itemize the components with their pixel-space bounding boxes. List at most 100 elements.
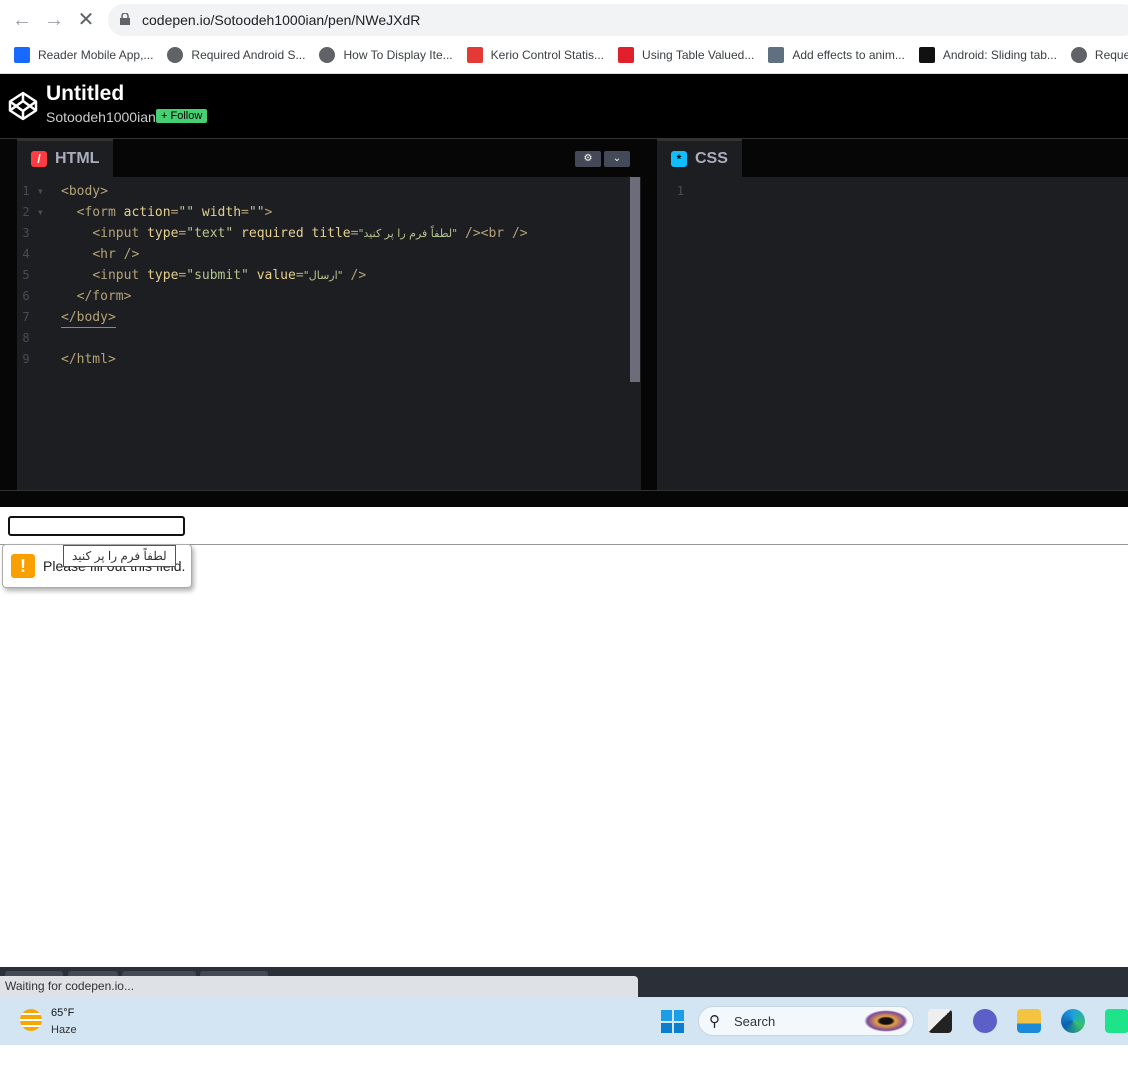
start-button[interactable]: [661, 1010, 684, 1033]
app-icon[interactable]: [1105, 1009, 1128, 1033]
tab-label: CSS: [695, 150, 728, 167]
line-number: 9: [22, 352, 44, 366]
url-text: codepen.io/Sotoodeh1000ian/pen/NWeJXdR: [142, 12, 421, 28]
code-line[interactable]: 6 </form>: [17, 286, 528, 307]
table-icon: [618, 47, 635, 63]
line-number: 6: [22, 289, 44, 303]
gif-film-icon: [768, 47, 785, 63]
collapse-button[interactable]: ⌄: [604, 151, 630, 167]
code-token-attr: title: [311, 226, 351, 241]
code-token-tag: =: [350, 226, 359, 241]
weather-icon[interactable]: [20, 1009, 42, 1031]
taskbar-search[interactable]: ⚲ Search: [698, 1006, 914, 1036]
line-number: 1: [676, 184, 684, 198]
css-icon: *: [671, 151, 687, 167]
code-line[interactable]: 5 <input type = "submit" value = "ارسال" />: [17, 265, 528, 286]
warning-icon: !: [11, 554, 35, 578]
address-bar[interactable]: codepen.io/Sotoodeh1000ian/pen/NWeJXdR: [108, 4, 1128, 36]
html-editor[interactable]: / HTML ⚙ ⌄ 1 ▾ <body> 2 ▾ <form action = "" w…: [17, 139, 641, 491]
code-line[interactable]: 1 ▾ <body>: [17, 181, 528, 202]
bookmark-item[interactable]: How To Display Ite...: [319, 42, 453, 68]
behance-icon: [14, 47, 30, 63]
settings-button[interactable]: ⚙: [575, 151, 601, 167]
preview-pane: ! Please fill out this field. لطفاً فرم …: [0, 507, 1128, 967]
browser-chrome: ← → ✕ codepen.io/Sotoodeh1000ian/pen/NWe…: [0, 0, 1128, 74]
bookmark-item[interactable]: Android: Sliding tab...: [918, 42, 1057, 68]
teams-chat-icon[interactable]: [973, 1009, 997, 1033]
line-number: 4: [22, 247, 44, 261]
code-token-tag: </form>: [76, 289, 132, 304]
code-token-attr: type: [147, 226, 179, 241]
task-view-icon[interactable]: [928, 1009, 952, 1033]
code-token-tag: <input: [92, 226, 148, 241]
code-lines[interactable]: 1 ▾ <body> 2 ▾ <form action = "" width = "" >3 …: [17, 181, 528, 370]
pen-author[interactable]: Sotoodeh1000ian: [46, 109, 156, 125]
kerio-shield-icon: [466, 47, 483, 63]
search-icon: ⚲: [709, 1013, 720, 1030]
forward-button[interactable]: →: [42, 8, 66, 32]
code-token-str: "ارسال": [303, 269, 343, 282]
bookmark-item[interactable]: Reque: [1070, 42, 1128, 68]
edge-icon[interactable]: [1061, 1009, 1085, 1033]
resize-handle[interactable]: [0, 490, 1128, 507]
code-token-tag: /><br />: [457, 226, 528, 241]
bookmark-item[interactable]: Required Android S...: [167, 42, 305, 68]
code-token-tag: >: [264, 205, 273, 220]
bookmark-item[interactable]: Kerio Control Statis...: [466, 42, 605, 68]
scrollbar[interactable]: [630, 177, 640, 382]
back-button[interactable]: ←: [10, 8, 34, 32]
bookmark-item[interactable]: Add effects to anim...: [768, 42, 905, 68]
code-token-tag: =: [170, 205, 179, 220]
title-tooltip: لطفاً فرم را پر کنید: [63, 545, 176, 567]
tab-css[interactable]: * CSS: [657, 139, 742, 177]
code-token-tag: <hr />: [92, 247, 140, 262]
line-number: 2 ▾: [22, 205, 44, 219]
code-line[interactable]: 3 <input type = "text" required title = "لطف…: [17, 223, 528, 244]
editor-area: / HTML ⚙ ⌄ 1 ▾ <body> 2 ▾ <form action = "" w…: [0, 138, 1128, 491]
globe-icon: [1070, 47, 1087, 63]
code-token-str: "text": [186, 226, 234, 241]
code-token-tag: <input: [92, 268, 148, 283]
text-input[interactable]: [8, 516, 185, 536]
code-token-str: "لطفاً فرم را پر کنید": [358, 227, 458, 240]
code-token-tag: <body>: [61, 184, 108, 199]
code-line[interactable]: 7 </body>: [17, 307, 528, 328]
codepen-header: Untitled Sotoodeh1000ian + Follow: [0, 74, 1128, 138]
line-number: 5: [22, 268, 44, 282]
stop-loading-button[interactable]: ✕: [74, 8, 98, 32]
bookmark-item[interactable]: Reader Mobile App,...: [14, 42, 153, 68]
medium-icon: [918, 47, 935, 63]
code-token-str: "": [178, 205, 195, 220]
bookmark-label: Required Android S...: [191, 48, 306, 62]
code-token-tag: </body>: [61, 307, 116, 328]
bookmark-label: Add effects to anim...: [792, 48, 905, 62]
file-explorer-icon[interactable]: [1017, 1009, 1041, 1033]
codepen-logo-icon[interactable]: [8, 91, 38, 121]
code-line[interactable]: 2 ▾ <form action = "" width = "" >: [17, 202, 528, 223]
follow-button[interactable]: + Follow: [156, 109, 208, 123]
code-token-tag: </html>: [61, 352, 116, 367]
tab-html[interactable]: / HTML: [17, 139, 114, 177]
code-token-attr: type: [147, 268, 179, 283]
code-token-tag: =: [241, 205, 249, 220]
code-line[interactable]: 4 <hr />: [17, 244, 528, 265]
bookmark-label: Reque: [1094, 48, 1128, 62]
code-token-tag: =: [178, 226, 187, 241]
line-number: 3: [22, 226, 44, 240]
temperature[interactable]: 65°F: [51, 1007, 74, 1019]
tab-label: HTML: [55, 150, 100, 167]
weather-condition[interactable]: Haze: [51, 1024, 77, 1036]
bookmark-label: Android: Sliding tab...: [942, 48, 1057, 62]
css-editor[interactable]: * CSS 1: [657, 139, 1128, 491]
code-line[interactable]: 9 </html>: [17, 349, 528, 370]
code-line[interactable]: 8: [17, 328, 528, 349]
bookmark-label: Kerio Control Statis...: [490, 48, 605, 62]
code-token-tag: =: [178, 268, 187, 283]
bookmark-item[interactable]: Using Table Valued...: [618, 42, 754, 68]
code-token-tag: <form: [76, 205, 124, 220]
pen-title[interactable]: Untitled: [46, 82, 124, 106]
